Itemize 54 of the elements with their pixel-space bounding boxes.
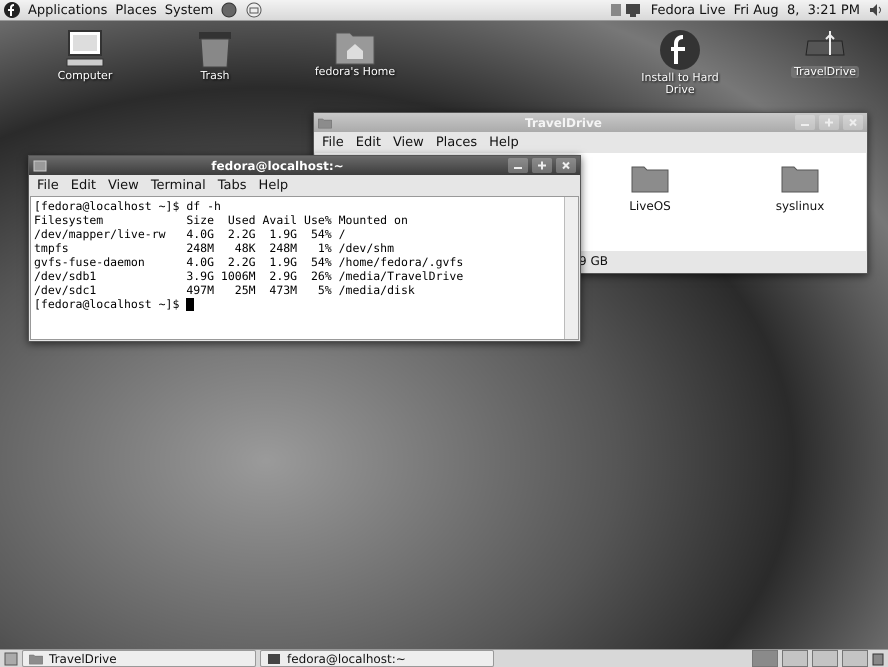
close-button[interactable]	[556, 158, 576, 173]
menu-item[interactable]: File	[322, 135, 344, 150]
terminal-line: tmpfs 248M 48K 248M 1% /dev/shm	[34, 241, 396, 255]
desktop-icon-label[interactable]: fedora's Home	[312, 66, 398, 78]
terminal-icon	[33, 160, 47, 172]
terminal-line: /dev/sdb1 3.9G 1006M 2.9G 26% /media/TravelDrive	[34, 269, 464, 283]
workspace-switcher-cell[interactable]	[782, 650, 808, 667]
panel-menu[interactable]: Places	[115, 2, 157, 18]
menu-item[interactable]: Terminal	[150, 178, 206, 193]
minimize-button[interactable]	[508, 158, 528, 173]
workspace-switcher-cell[interactable]	[812, 650, 838, 667]
menu-item[interactable]: View	[108, 178, 139, 193]
text-cursor	[186, 298, 194, 312]
terminal-line: [fedora@localhost ~]$ df -h	[34, 199, 222, 213]
taskbar-button[interactable]: fedora@localhost:~	[260, 650, 494, 667]
menu-item[interactable]: Tabs	[218, 178, 247, 193]
desktop-icon-label[interactable]: Trash	[197, 70, 233, 82]
computer-icon	[65, 29, 105, 69]
terminal-icon	[267, 652, 281, 664]
maximize-button[interactable]	[532, 158, 552, 173]
user-name[interactable]: Fedora Live	[650, 2, 726, 18]
fedora-logo-icon[interactable]	[4, 2, 20, 18]
network-icon[interactable]	[608, 2, 643, 18]
desktop-icon-label[interactable]: Computer	[54, 70, 116, 82]
menu-item[interactable]: Help	[489, 135, 519, 150]
terminal-line: /dev/sdc1 497M 25M 473M 5% /media/disk	[34, 283, 416, 297]
menu-item[interactable]: Edit	[356, 135, 381, 150]
panel-menu[interactable]: System	[164, 2, 214, 18]
terminal-line: /dev/mapper/live-rw 4.0G 2.2G 1.9G 54% /	[34, 227, 347, 241]
folder-icon	[318, 116, 332, 128]
menu-item[interactable]: Edit	[70, 178, 96, 193]
volume-icon[interactable]	[868, 2, 884, 18]
clock[interactable]: Fri Aug 8, 3:21 PM	[734, 2, 860, 18]
scrollbar[interactable]	[564, 197, 578, 339]
window-title: TravelDrive	[524, 116, 603, 130]
folder-label[interactable]: LiveOS	[629, 199, 671, 213]
folder-label[interactable]: syslinux	[776, 199, 824, 213]
workspace-switcher-cell[interactable]	[842, 650, 868, 667]
menu-item[interactable]: File	[37, 178, 59, 193]
fedora-logo-icon	[659, 29, 701, 71]
terminal-prompt: [fedora@localhost ~]$	[34, 297, 180, 311]
folder-icon	[29, 652, 43, 664]
panel-menu[interactable]: Applications	[28, 2, 108, 18]
menu-item[interactable]: Help	[258, 178, 288, 193]
menu-item[interactable]: View	[392, 135, 424, 150]
desktop-icon-label[interactable]: TravelDrive	[790, 66, 860, 78]
taskbar-button[interactable]: TravelDrive	[22, 650, 256, 667]
menu-item[interactable]: Places	[436, 135, 478, 150]
window-title: fedora@localhost:~	[210, 158, 345, 172]
terminal-line: Filesystem Size Used Avail Use% Mounted on	[34, 213, 409, 227]
show-desktop-icon[interactable]	[4, 652, 18, 666]
terminal-line: gvfs-fuse-daemon 4.0G 2.2G 1.9G 54% /home/fedora/.gvfs	[34, 255, 464, 269]
workspace-switcher-cell[interactable]	[752, 650, 778, 667]
desktop-icon-label[interactable]: Install to Hard Drive	[632, 72, 728, 96]
